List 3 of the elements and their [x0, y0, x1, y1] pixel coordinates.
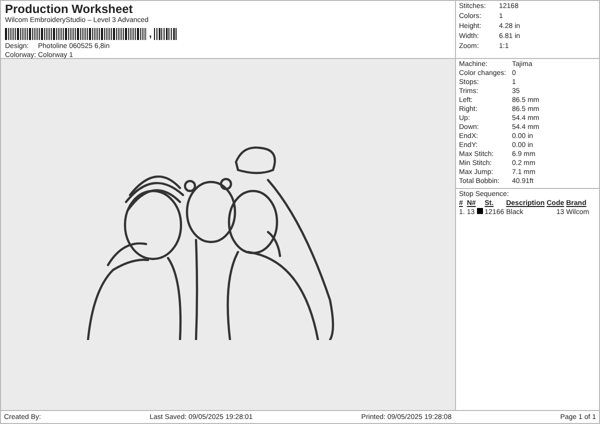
worksheet-title: Production Worksheet	[5, 2, 134, 16]
barcode-comma: ,	[149, 30, 152, 40]
barcode	[154, 28, 178, 40]
